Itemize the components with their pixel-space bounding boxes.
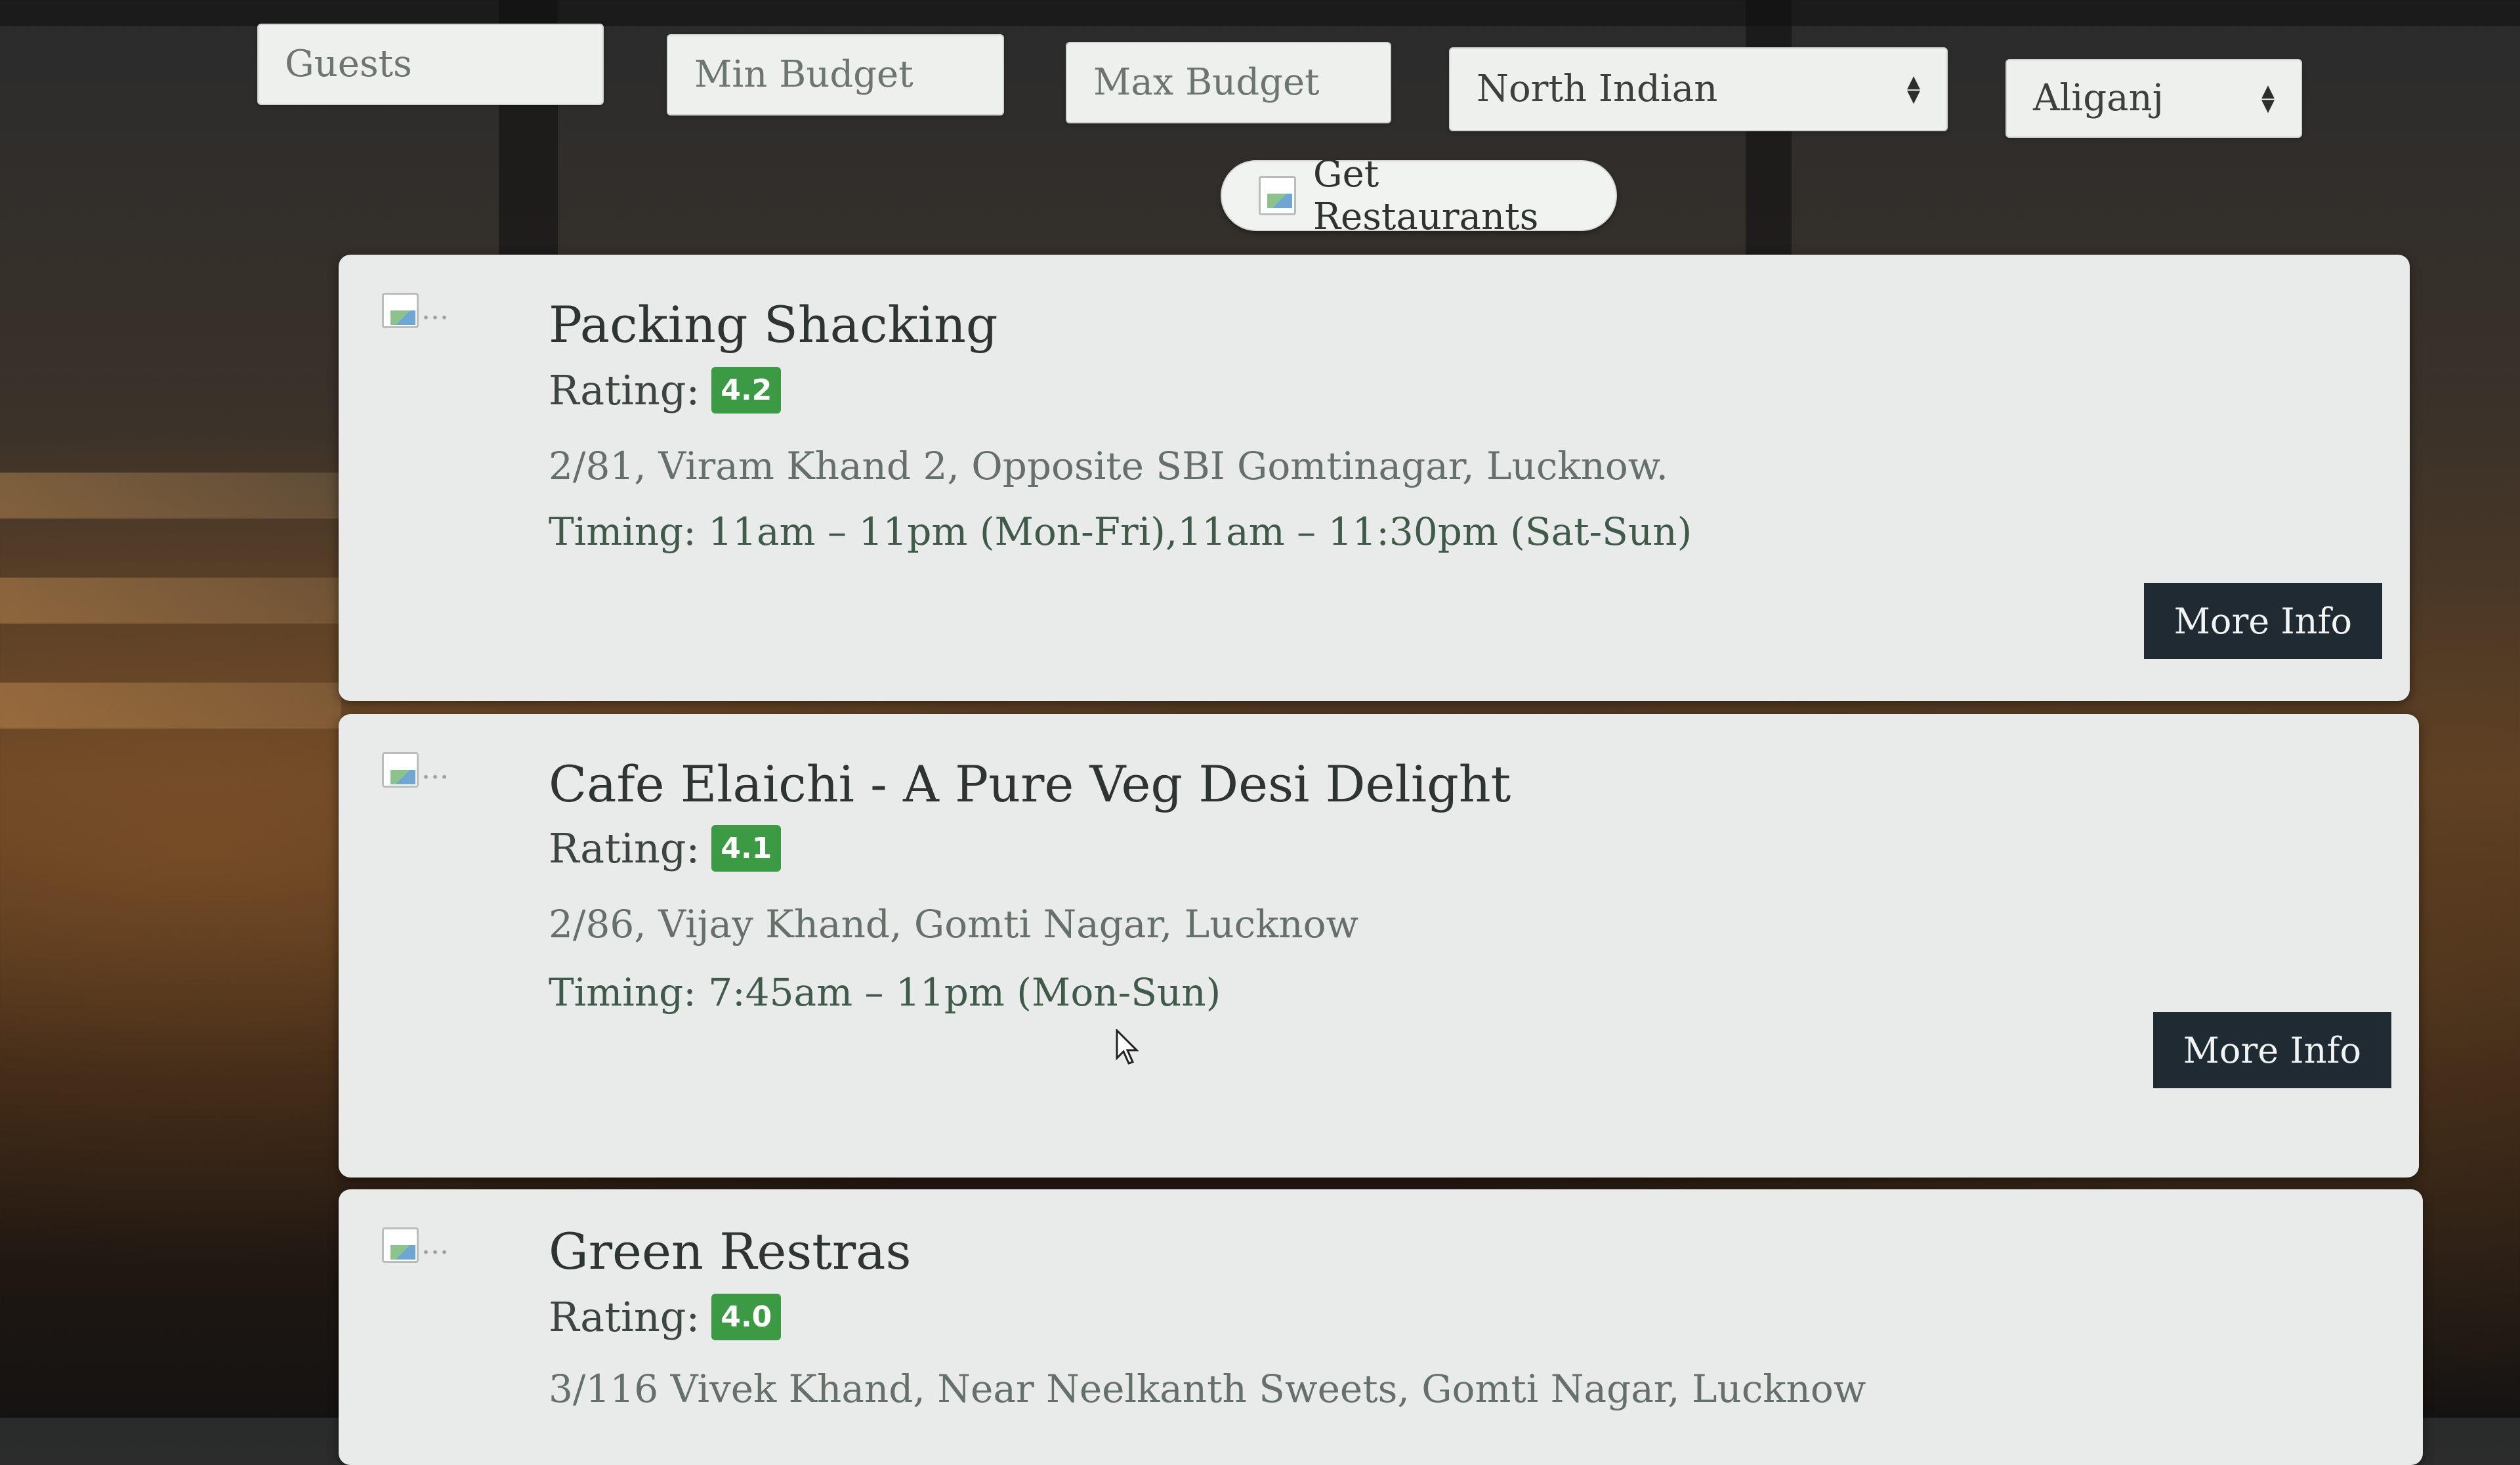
background-stripe [0, 473, 341, 519]
background-stripe [0, 578, 341, 624]
thumbnail-alt-text: ... [421, 293, 449, 326]
rating-row: Rating: 4.0 [549, 1293, 782, 1341]
restaurant-name[interactable]: Green Restras [549, 1222, 911, 1281]
rating-label: Rating: [549, 824, 700, 872]
rating-badge: 4.0 [711, 1294, 782, 1340]
rating-badge: 4.1 [711, 825, 782, 872]
broken-image-icon [382, 752, 419, 788]
background-stripe [0, 683, 341, 729]
broken-image-icon [1259, 176, 1296, 215]
guests-input[interactable]: Guests [257, 24, 604, 105]
min-budget-placeholder: Min Budget [694, 53, 914, 96]
rating-label: Rating: [549, 366, 700, 414]
max-budget-placeholder: Max Budget [1093, 61, 1320, 104]
restaurant-address: 2/81, Viram Khand 2, Opposite SBI Gomtin… [549, 444, 1668, 488]
more-info-label: More Info [2183, 1029, 2361, 1071]
restaurant-timing: Timing: 7:45am – 11pm (Mon-Sun) [549, 970, 1221, 1015]
rating-row: Rating: 4.2 [549, 366, 782, 414]
cuisine-selected-value: North Indian [1477, 68, 1718, 110]
guests-placeholder: Guests [285, 43, 412, 85]
locality-select[interactable]: Aliganj ▲ ▼ [2006, 59, 2302, 138]
max-budget-input[interactable]: Max Budget [1066, 42, 1391, 123]
rating-badge: 4.2 [711, 367, 782, 414]
thumbnail-alt-text: ... [421, 752, 449, 786]
restaurant-thumbnail: ... [382, 293, 449, 328]
restaurant-thumbnail: ... [382, 1227, 449, 1263]
restaurant-card: ... Cafe Elaichi - A Pure Veg Desi Delig… [339, 714, 2419, 1178]
more-info-label: More Info [2174, 600, 2352, 642]
sort-arrows-icon: ▲ ▼ [2261, 81, 2275, 116]
broken-image-icon [382, 1227, 419, 1263]
get-restaurants-label: Get Restaurants [1312, 153, 1539, 238]
mouse-pointer-icon [1116, 1029, 1139, 1065]
restaurant-timing: Timing: 11am – 11pm (Mon-Fri),11am – 11:… [549, 509, 1692, 554]
cuisine-select[interactable]: North Indian ▲ ▼ [1449, 47, 1948, 131]
restaurant-name[interactable]: Packing Shacking [549, 295, 998, 354]
background-beam [1746, 0, 1792, 276]
more-info-button[interactable]: More Info [2152, 1012, 2391, 1088]
restaurant-card: ... Green Restras Rating: 4.0 3/116 Vive… [339, 1189, 2423, 1465]
restaurant-thumbnail: ... [382, 752, 449, 788]
thumbnail-alt-text: ... [421, 1227, 449, 1261]
min-budget-input[interactable]: Min Budget [667, 34, 1004, 116]
background-beam [0, 0, 2520, 26]
get-restaurants-button[interactable]: Get Restaurants [1221, 153, 1617, 238]
restaurant-card: ... Packing Shacking Rating: 4.2 2/81, V… [339, 255, 2410, 701]
sort-arrows-icon: ▲ ▼ [1907, 72, 1920, 106]
more-info-button[interactable]: More Info [2143, 583, 2382, 659]
restaurant-name[interactable]: Cafe Elaichi - A Pure Veg Desi Delight [549, 755, 1511, 813]
rating-label: Rating: [549, 1293, 700, 1341]
restaurant-address: 2/86, Vijay Khand, Gomti Nagar, Lucknow [549, 902, 1359, 946]
rating-row: Rating: 4.1 [549, 824, 782, 872]
restaurant-address: 3/116 Vivek Khand, Near Neelkanth Sweets… [549, 1367, 1866, 1411]
locality-selected-value: Aliganj [2033, 77, 2164, 119]
broken-image-icon [382, 293, 419, 328]
